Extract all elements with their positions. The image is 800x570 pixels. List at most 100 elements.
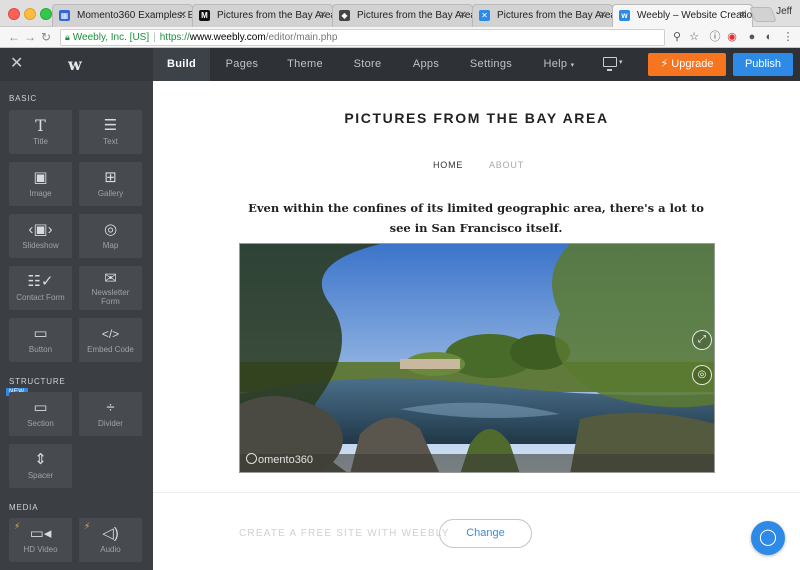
window-close-button[interactable] bbox=[8, 8, 20, 20]
element-embed-code[interactable]: </> Embed Code bbox=[79, 318, 142, 362]
element-slideshow[interactable]: ‹▣› Slideshow bbox=[9, 214, 72, 258]
element-divider[interactable]: ÷ Divider bbox=[79, 392, 142, 436]
upgrade-label: Upgrade bbox=[671, 58, 714, 70]
upgrade-button[interactable]: ⚡︎ Upgrade bbox=[648, 53, 726, 76]
close-icon[interactable]: ✕ bbox=[10, 55, 23, 73]
browser-address-bar: ← → ↻ 🔒︎ Weebly, Inc. [US] | https://www.we… bbox=[0, 27, 800, 48]
shield-extension-icon[interactable]: ◐ bbox=[762, 30, 776, 44]
site-identity: Weebly, Inc. [US] bbox=[72, 32, 150, 43]
element-label: Section bbox=[27, 419, 54, 428]
info-icon[interactable]: ⓘ bbox=[708, 30, 722, 44]
momento360-watermark: omento360 bbox=[246, 453, 313, 466]
menu-dots-icon[interactable]: ⋮ bbox=[781, 30, 795, 44]
tab-help[interactable]: Help ▾ bbox=[529, 48, 589, 81]
tab-close-icon[interactable]: ✕ bbox=[459, 5, 467, 26]
element-label: Embed Code bbox=[87, 345, 134, 354]
tab-title: Pictures from the Bay Area bbox=[497, 10, 613, 21]
chevron-down-icon: ▾ bbox=[570, 62, 575, 69]
image-icon: ▣ bbox=[33, 169, 48, 186]
site-nav-home[interactable]: HOME bbox=[433, 160, 463, 170]
element-newsletter-form[interactable]: ✉︎ Newsletter Form bbox=[79, 266, 142, 310]
tab-help-label: Help bbox=[543, 58, 568, 70]
tab-title: Pictures from the Bay Area bbox=[217, 10, 333, 21]
panorama-image bbox=[240, 244, 714, 472]
browser-tab-cube[interactable]: ◆ Pictures from the Bay Area ✕ bbox=[332, 4, 473, 27]
back-arrow-icon[interactable]: ← bbox=[8, 29, 20, 45]
editor-canvas: PICTURES FROM THE BAY AREA HOME ABOUT Ev… bbox=[153, 81, 800, 570]
pin-icon[interactable]: ⚲ bbox=[670, 30, 684, 44]
calendar-icon: ▦ bbox=[59, 10, 70, 21]
browser-tab-weebly[interactable]: w Weebly – Website Creation | ✕ bbox=[612, 4, 753, 28]
desktop-view-icon[interactable] bbox=[603, 57, 617, 71]
element-audio[interactable]: ⚡︎ ◁) Audio bbox=[79, 518, 142, 562]
extension-icon[interactable]: ◉ bbox=[725, 30, 739, 44]
watermark-text: omento360 bbox=[258, 454, 314, 466]
element-label: Gallery bbox=[97, 189, 124, 198]
title-icon: T bbox=[35, 116, 46, 135]
panorama-embed[interactable]: ⤢ ◎ omento360 bbox=[239, 243, 715, 473]
help-bulb-button[interactable]: ◯ bbox=[751, 521, 785, 555]
tab-title: Weebly – Website Creation | bbox=[637, 10, 753, 21]
tab-settings[interactable]: Settings bbox=[453, 48, 529, 81]
element-map[interactable]: ◎ Map bbox=[79, 214, 142, 258]
tab-close-icon[interactable]: ✕ bbox=[599, 5, 607, 26]
code-icon: </> bbox=[101, 327, 120, 341]
element-section[interactable]: ▭ Section bbox=[9, 392, 72, 436]
section-icon: ▭ bbox=[33, 399, 48, 416]
element-image[interactable]: ▣ Image bbox=[9, 162, 72, 206]
lightning-icon: ⚡︎ bbox=[660, 58, 669, 70]
site-title[interactable]: PICTURES FROM THE BAY AREA bbox=[153, 110, 800, 126]
lightning-icon: ⚡︎ bbox=[84, 521, 91, 531]
tab-close-icon[interactable]: ✕ bbox=[179, 5, 187, 26]
contact-form-icon: ☷✓ bbox=[27, 273, 54, 290]
browser-user-name[interactable]: Jeff bbox=[776, 6, 792, 17]
url-input[interactable]: 🔒︎ Weebly, Inc. [US] | https://www.weebly.c… bbox=[60, 29, 665, 46]
chevron-down-icon[interactable]: ▾ bbox=[619, 58, 623, 66]
tab-theme[interactable]: Theme bbox=[274, 48, 336, 81]
publish-button[interactable]: Publish bbox=[733, 53, 793, 76]
element-label: Contact Form bbox=[16, 293, 65, 302]
element-spacer[interactable]: ⇕ Spacer bbox=[9, 444, 72, 488]
vr-headset-icon[interactable]: ◎ bbox=[692, 365, 712, 385]
browser-tab-medium[interactable]: M Pictures from the Bay Area ✕ bbox=[192, 4, 333, 27]
browser-tab-compress[interactable]: ✕ Pictures from the Bay Area ✕ bbox=[472, 4, 613, 27]
compress-icon: ✕ bbox=[479, 10, 490, 21]
weebly-logo-icon: w bbox=[68, 55, 82, 74]
intro-paragraph[interactable]: Even within the confines of its limited … bbox=[248, 198, 704, 238]
element-label: Button bbox=[28, 345, 53, 354]
tab-store[interactable]: Store bbox=[336, 48, 399, 81]
window-zoom-button[interactable] bbox=[40, 8, 52, 20]
cube-icon: ◆ bbox=[339, 10, 350, 21]
element-label: Slideshow bbox=[22, 241, 59, 250]
lightbulb-icon: ◯ bbox=[759, 529, 777, 546]
reload-icon[interactable]: ↻ bbox=[41, 29, 51, 45]
window-minimize-button[interactable] bbox=[24, 8, 36, 20]
spacer-icon: ⇕ bbox=[34, 451, 47, 468]
fullscreen-icon[interactable]: ⤢ bbox=[692, 330, 712, 350]
tab-build[interactable]: Build bbox=[153, 48, 210, 81]
element-contact-form[interactable]: ☷✓ Contact Form bbox=[9, 266, 72, 310]
element-title[interactable]: T Title bbox=[9, 110, 72, 154]
url-host: www.weebly.com bbox=[189, 32, 266, 43]
slideshow-icon: ‹▣› bbox=[28, 221, 53, 238]
element-hd-video[interactable]: ⚡︎ ▭◂ HD Video bbox=[9, 518, 72, 562]
element-label: Image bbox=[29, 189, 52, 198]
element-text[interactable]: ☰ Text bbox=[79, 110, 142, 154]
section-title-basic: BASIC bbox=[9, 94, 38, 103]
momento360-logo-icon bbox=[246, 453, 257, 464]
bookmark-star-icon[interactable]: ☆ bbox=[687, 30, 701, 44]
tab-close-icon[interactable]: ✕ bbox=[739, 5, 747, 26]
footer-divider bbox=[153, 492, 800, 493]
tab-close-icon[interactable]: ✕ bbox=[319, 5, 327, 26]
tab-apps[interactable]: Apps bbox=[399, 48, 453, 81]
chat-extension-icon[interactable]: ● bbox=[745, 30, 759, 44]
forward-arrow-icon[interactable]: → bbox=[24, 29, 36, 45]
element-button[interactable]: ▭ Button bbox=[9, 318, 72, 362]
tab-title: Momento360 Examples: Em bbox=[77, 10, 193, 21]
site-nav-about[interactable]: ABOUT bbox=[489, 160, 524, 170]
change-button[interactable]: Change bbox=[439, 519, 532, 548]
element-gallery[interactable]: ⊞ Gallery bbox=[79, 162, 142, 206]
browser-tab-momento360[interactable]: ▦ Momento360 Examples: Em ✕ bbox=[52, 4, 193, 27]
new-tab-button[interactable] bbox=[749, 7, 777, 22]
tab-pages[interactable]: Pages bbox=[210, 48, 274, 81]
